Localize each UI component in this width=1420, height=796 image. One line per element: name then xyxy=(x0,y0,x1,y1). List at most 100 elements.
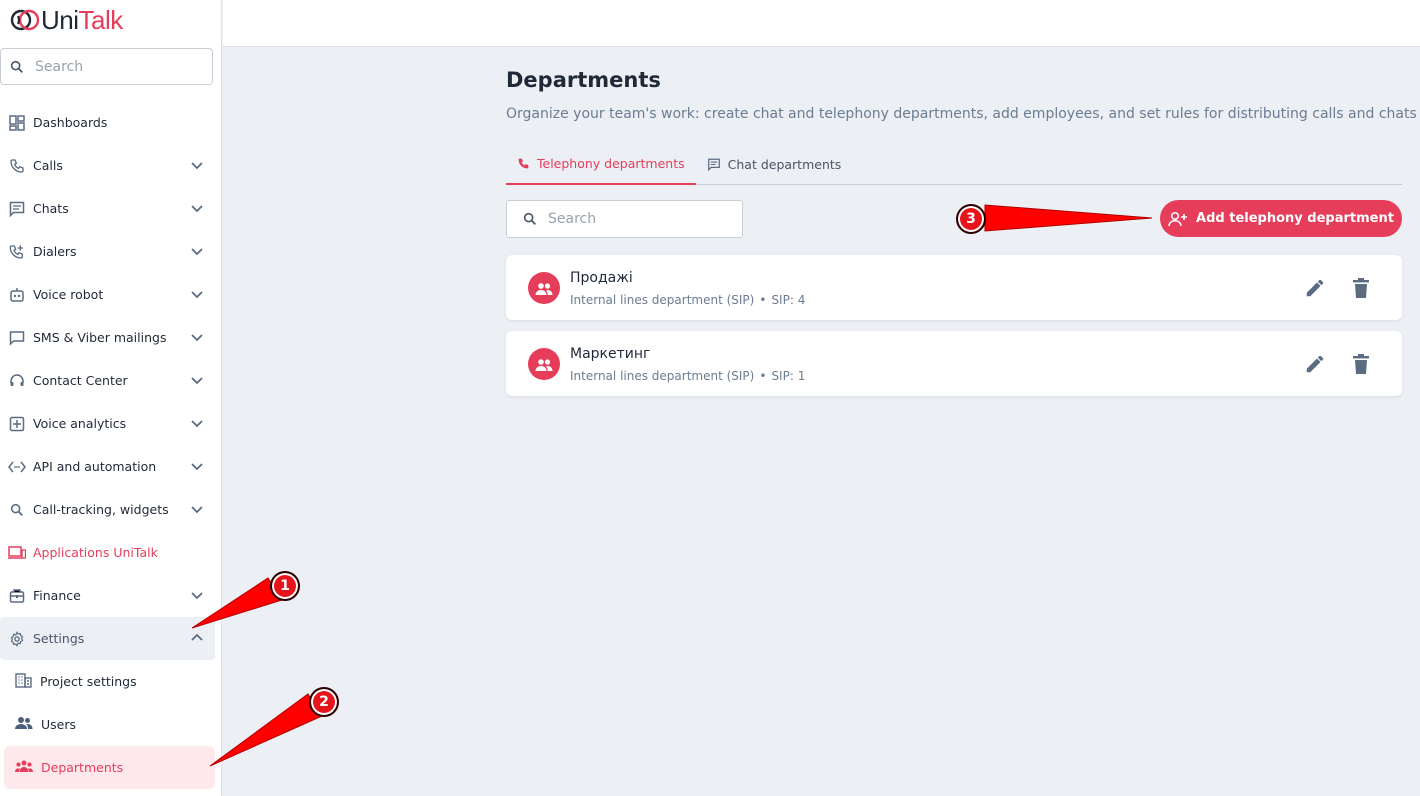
chevron-down-icon xyxy=(191,162,203,170)
analytics-icon xyxy=(8,415,26,433)
chevron-down-icon xyxy=(191,291,203,299)
department-sip-count: SIP: 1 xyxy=(771,369,806,383)
sidebar-item-call-tracking[interactable]: Call-tracking, widgets xyxy=(0,488,222,531)
sidebar-item-label: Contact Center xyxy=(33,373,128,388)
phone-icon xyxy=(518,158,529,168)
chevron-up-icon xyxy=(191,633,203,641)
dialer-icon xyxy=(8,243,26,261)
chevron-down-icon xyxy=(191,377,203,385)
sidebar-subitem-users[interactable]: Users xyxy=(0,703,222,746)
department-card[interactable]: Маркетинг Internal lines department (SIP… xyxy=(506,331,1402,396)
logo-text-uni: Uni xyxy=(41,4,79,35)
api-icon xyxy=(8,458,26,476)
department-card[interactable]: Продажі Internal lines department (SIP) •… xyxy=(506,255,1402,320)
department-name: Маркетинг xyxy=(570,346,651,362)
department-sip-count: SIP: 4 xyxy=(771,293,806,307)
sidebar-nav: Dashboards Calls Chats Dialers Voice rob… xyxy=(0,101,222,789)
phone-icon xyxy=(8,157,26,175)
logo-mark-icon xyxy=(10,9,40,31)
add-button-label: Add telephony department xyxy=(1196,211,1394,226)
trash-icon[interactable] xyxy=(1351,353,1371,375)
chevron-down-icon xyxy=(191,592,203,600)
sidebar-item-contact-center[interactable]: Contact Center xyxy=(0,359,222,402)
sidebar-item-label: API and automation xyxy=(33,459,157,474)
add-telephony-department-button[interactable]: Add telephony department xyxy=(1160,200,1402,237)
sidebar-search-placeholder: Search xyxy=(35,58,84,75)
chevron-down-icon xyxy=(191,248,203,256)
sidebar-item-label: Dialers xyxy=(33,244,77,259)
groups-icon xyxy=(535,282,553,295)
chevron-down-icon xyxy=(191,334,203,342)
top-bar xyxy=(223,0,1420,47)
dashboard-icon xyxy=(8,114,26,132)
sidebar-item-label: Chats xyxy=(33,201,69,216)
tab-telephony-departments[interactable]: Telephony departments xyxy=(506,143,696,185)
tab-label: Telephony departments xyxy=(537,155,685,171)
annotation-arrow-2 xyxy=(209,693,323,767)
add-user-icon xyxy=(1168,211,1188,226)
building-icon xyxy=(15,672,32,691)
department-list: Продажі Internal lines department (SIP) •… xyxy=(506,255,1402,396)
headset-icon xyxy=(8,372,26,390)
groups-icon xyxy=(15,760,33,775)
department-type: Internal lines department (SIP) xyxy=(570,369,755,383)
groups-icon xyxy=(535,358,553,371)
logo-text-talk: Talk xyxy=(78,4,124,35)
sidebar-item-sms-viber[interactable]: SMS & Viber mailings xyxy=(0,316,222,359)
sidebar-item-chats[interactable]: Chats xyxy=(0,187,222,230)
department-tabs: Telephony departments Chat departments xyxy=(506,143,1402,185)
sidebar-item-label: Call-tracking, widgets xyxy=(33,502,169,517)
chat-icon xyxy=(707,158,720,171)
trash-icon[interactable] xyxy=(1351,277,1371,299)
chevron-down-icon xyxy=(191,463,203,471)
sidebar-subitem-label: Project settings xyxy=(40,674,137,689)
sidebar-item-label: Calls xyxy=(33,158,63,173)
sidebar-subitem-label: Users xyxy=(41,717,77,732)
edit-pencil-icon[interactable] xyxy=(1304,277,1326,299)
sidebar-item-label: Finance xyxy=(33,588,81,603)
sidebar-item-label: Settings xyxy=(33,631,85,646)
search-icon xyxy=(10,60,23,73)
sidebar-subitem-departments[interactable]: Departments xyxy=(4,746,215,789)
department-avatar xyxy=(528,348,560,380)
unitalk-logo[interactable]: UniTalk xyxy=(10,4,124,35)
sidebar-item-api-automation[interactable]: API and automation xyxy=(0,445,222,488)
sidebar-item-label: Voice analytics xyxy=(33,416,127,431)
gear-icon xyxy=(8,630,26,648)
sidebar-item-calls[interactable]: Calls xyxy=(0,144,222,187)
search-icon xyxy=(523,212,536,225)
sidebar-item-settings[interactable]: Settings xyxy=(0,617,215,660)
sidebar-item-applications[interactable]: Applications UniTalk xyxy=(0,531,222,574)
toolbar: Search Add telephony department xyxy=(506,200,1402,238)
sidebar-item-dialers[interactable]: Dialers xyxy=(0,230,222,273)
annotation-badge-2: 2 xyxy=(309,687,339,717)
sidebar-item-voice-analytics[interactable]: Voice analytics xyxy=(0,402,222,445)
sidebar-item-label: Dashboards xyxy=(33,115,108,130)
sidebar-subitem-project-settings[interactable]: Project settings xyxy=(0,660,222,703)
department-type: Internal lines department (SIP) xyxy=(570,293,755,307)
robot-icon xyxy=(8,286,26,304)
sidebar-subitem-label: Departments xyxy=(41,760,124,775)
message-icon xyxy=(8,329,26,347)
sidebar-search-input[interactable]: Search xyxy=(0,48,213,85)
main-content: Departments Organize your team's work: c… xyxy=(506,62,1417,407)
department-meta: Internal lines department (SIP) • SIP: 4 xyxy=(570,293,806,307)
sidebar-item-finance[interactable]: Finance xyxy=(0,574,222,617)
sidebar-item-voice-robot[interactable]: Voice robot xyxy=(0,273,222,316)
annotation-badge-3: 3 xyxy=(956,204,986,234)
edit-pencil-icon[interactable] xyxy=(1304,353,1326,375)
department-name: Продажі xyxy=(570,270,633,286)
search-icon xyxy=(8,501,26,519)
devices-icon xyxy=(8,544,26,562)
tab-chat-departments[interactable]: Chat departments xyxy=(696,143,853,185)
wallet-icon xyxy=(8,587,26,605)
sidebar-item-dashboards[interactable]: Dashboards xyxy=(0,101,222,144)
annotation-badge-1: 1 xyxy=(270,571,300,601)
page-title: Departments xyxy=(506,68,661,92)
search-placeholder: Search xyxy=(548,211,597,227)
chevron-down-icon xyxy=(191,205,203,213)
department-search-input[interactable]: Search xyxy=(506,200,743,238)
department-meta: Internal lines department (SIP) • SIP: 1 xyxy=(570,369,806,383)
chat-icon xyxy=(8,200,26,218)
page-description: Organize your team's work: create chat a… xyxy=(506,106,1417,122)
